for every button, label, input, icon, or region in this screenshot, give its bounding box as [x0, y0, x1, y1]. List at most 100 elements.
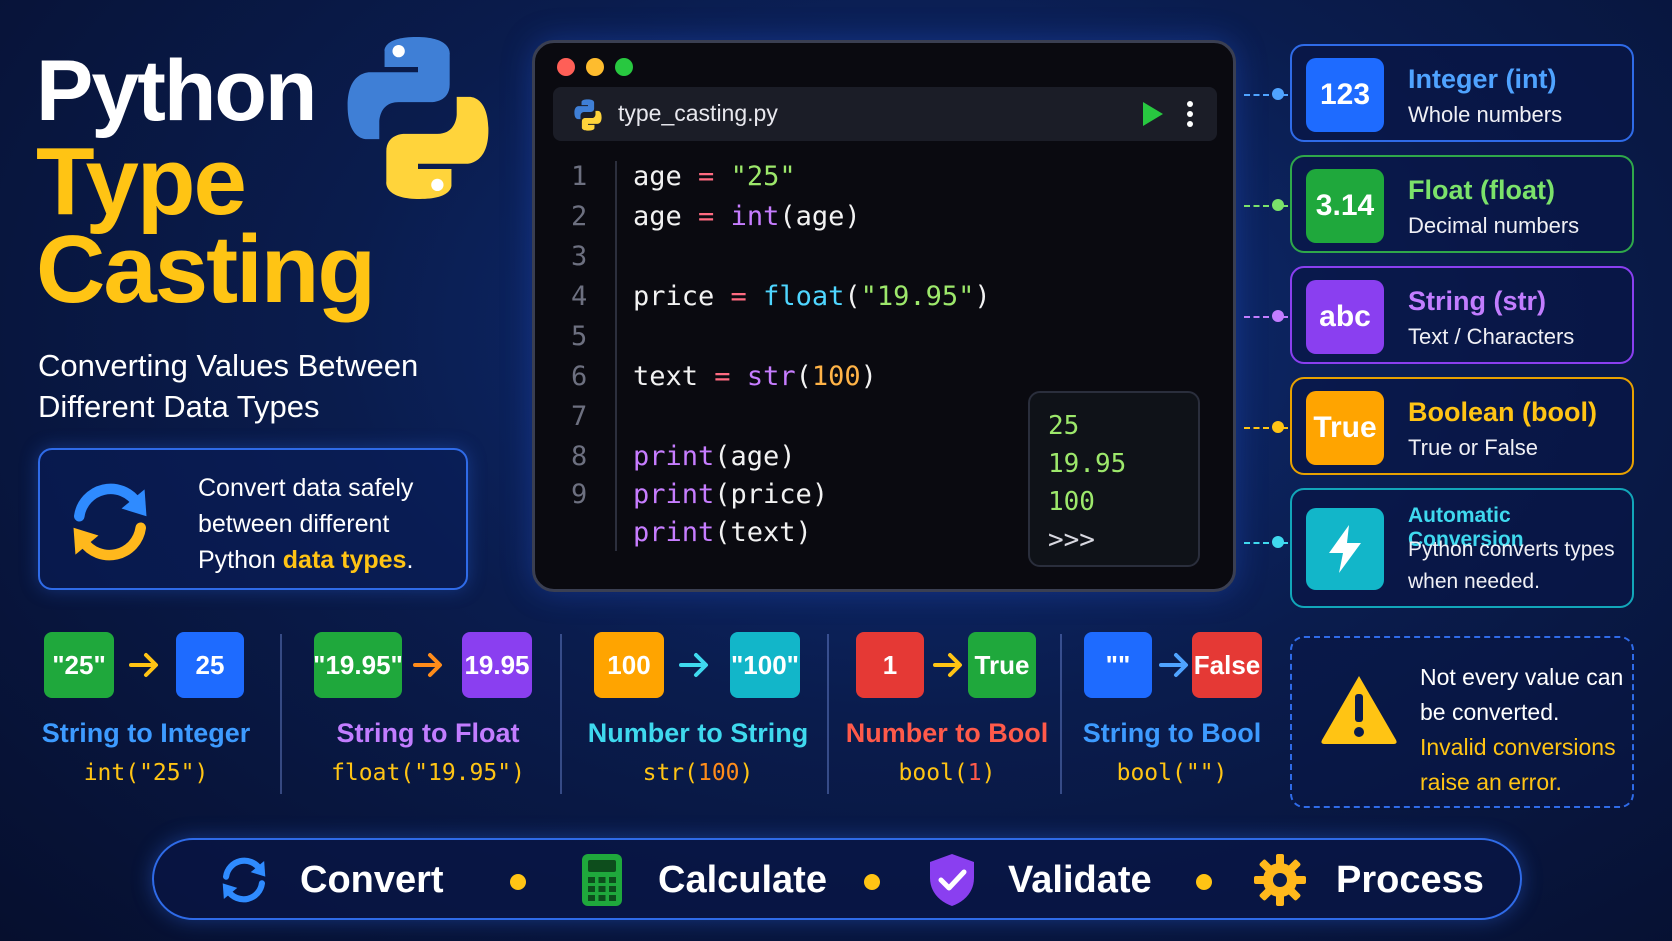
- code-line-2: age = int(age): [633, 201, 861, 232]
- connector-dot: [1272, 421, 1284, 433]
- connector-dot: [1272, 536, 1284, 548]
- title-casting: Casting: [36, 216, 376, 323]
- conversion-label: String to Integer: [41, 718, 251, 748]
- warning-box: Not every value can be converted. Invali…: [1290, 636, 1634, 808]
- connector-dot: [1272, 88, 1284, 100]
- python-file-icon: [574, 99, 602, 131]
- type-desc: Decimal numbers: [1408, 213, 1580, 238]
- subtitle: Converting Values Between Different Data…: [38, 348, 419, 424]
- output-prompt: >>>: [1048, 525, 1095, 555]
- line-number: 6: [571, 361, 588, 392]
- python-logo-icon: [347, 37, 489, 199]
- code-line-1: age = "25": [633, 161, 796, 192]
- code-line-4: price = float("19.95"): [633, 281, 991, 312]
- conversion-num-bool: 1 True Number to Bool bool(1): [842, 632, 1052, 792]
- warning-triangle-icon: [1321, 676, 1397, 744]
- line-number: 3: [571, 241, 588, 272]
- file-tab[interactable]: type_casting.py: [553, 87, 1217, 141]
- line-number: 4: [571, 281, 588, 312]
- conversion-label: Number to String: [587, 718, 809, 748]
- conversion-code: int("25"): [83, 760, 209, 786]
- to-pill: 19.95: [462, 632, 532, 698]
- type-name: Integer (int): [1408, 64, 1557, 94]
- file-name: type_casting.py: [618, 100, 778, 126]
- from-pill: 1: [856, 632, 924, 698]
- line-number: 2: [571, 201, 588, 232]
- gear-icon: [1254, 854, 1306, 906]
- warning-text: Not every value can be converted.: [1420, 664, 1624, 725]
- code-line-8: print(age): [633, 441, 796, 472]
- code-line-9: print(price): [633, 479, 829, 510]
- bottom-item-process: Process: [1252, 852, 1484, 908]
- line-number: 7: [571, 401, 588, 432]
- calculator-icon: [582, 854, 622, 906]
- conversion-label: String to Float: [336, 718, 520, 748]
- bottom-label: Process: [1336, 858, 1484, 901]
- minimize-window-dot[interactable]: [586, 58, 604, 76]
- to-pill: True: [968, 632, 1036, 698]
- arrow-right-icon: [679, 653, 708, 677]
- arrow-right-icon: [1159, 653, 1188, 677]
- type-desc: Python converts types: [1408, 538, 1615, 561]
- conversion-code: bool(""): [1116, 760, 1228, 786]
- line-number: 5: [571, 321, 588, 352]
- bottom-item-calculate: Calculate: [574, 852, 827, 908]
- badge-int: 123: [1306, 58, 1384, 132]
- conversion-label: String to Bool: [1082, 718, 1262, 748]
- line-number: 9: [571, 479, 588, 510]
- close-window-dot[interactable]: [557, 58, 575, 76]
- info-text: Convert data safely between different Py…: [198, 474, 414, 574]
- bottom-item-convert: Convert: [216, 852, 444, 908]
- output-line: 100: [1048, 487, 1095, 517]
- type-name: Float (float): [1408, 175, 1555, 205]
- type-desc: Whole numbers: [1408, 102, 1563, 127]
- type-card-bool: True Boolean (bool) True or False: [1290, 377, 1634, 475]
- from-pill: "19.95": [313, 632, 403, 698]
- from-pill: "25": [44, 632, 114, 698]
- divider: [827, 634, 829, 794]
- line-number: 1: [571, 161, 588, 192]
- conversion-str-float: "19.95" 19.95 String to Float float("19.…: [300, 632, 556, 792]
- code-editor-window: type_casting.py 1 2 3 4 5 6 7 8 9 age = …: [532, 40, 1236, 592]
- to-pill: 25: [176, 632, 244, 698]
- line-number: 8: [571, 441, 588, 472]
- to-pill: "100": [730, 632, 800, 698]
- conversion-code: float("19.95"): [331, 760, 525, 786]
- shield-check-icon: [930, 854, 974, 906]
- info-card: Convert data safely between different Py…: [38, 448, 468, 590]
- divider: [560, 634, 562, 794]
- code-line-10: print(text): [633, 517, 812, 548]
- type-card-int: 123 Integer (int) Whole numbers: [1290, 44, 1634, 142]
- arrow-right-icon: [933, 653, 962, 677]
- type-card-float: 3.14 Float (float) Decimal numbers: [1290, 155, 1634, 253]
- output-line: 25: [1048, 411, 1080, 441]
- bottom-label: Validate: [1008, 858, 1152, 901]
- connector-dot: [1272, 199, 1284, 211]
- code-line-6: text = str(100): [633, 361, 877, 392]
- type-desc: Text / Characters: [1408, 324, 1575, 349]
- run-icon[interactable]: [1141, 100, 1165, 128]
- connector-dot: [1272, 310, 1284, 322]
- separator-dot: [864, 874, 880, 890]
- sync-arrows-icon: [73, 483, 147, 561]
- maximize-window-dot[interactable]: [615, 58, 633, 76]
- conversion-code: bool(1): [898, 760, 996, 786]
- gutter-divider: [615, 161, 617, 551]
- more-options-icon[interactable]: [1187, 101, 1193, 127]
- output-panel: 25 19.95 100 >>>: [1028, 391, 1200, 567]
- type-card-auto: Automatic Conversion Python converts typ…: [1290, 488, 1634, 608]
- title-python: Python: [36, 43, 317, 139]
- separator-dot: [1196, 874, 1212, 890]
- bottom-label: Convert: [300, 858, 444, 901]
- separator-dot: [510, 874, 526, 890]
- from-pill: 100: [594, 632, 664, 698]
- to-pill: False: [1192, 632, 1262, 698]
- conversion-str-bool: "" False String to Bool bool(""): [1072, 632, 1272, 792]
- divider: [1060, 634, 1062, 794]
- type-card-str: abc String (str) Text / Characters: [1290, 266, 1634, 364]
- conversion-str-int: "25" 25 String to Integer int("25"): [36, 632, 256, 792]
- badge-str: abc: [1306, 280, 1384, 354]
- arrow-right-icon: [413, 653, 442, 677]
- type-desc: True or False: [1408, 435, 1539, 460]
- type-name: String (str): [1408, 286, 1546, 316]
